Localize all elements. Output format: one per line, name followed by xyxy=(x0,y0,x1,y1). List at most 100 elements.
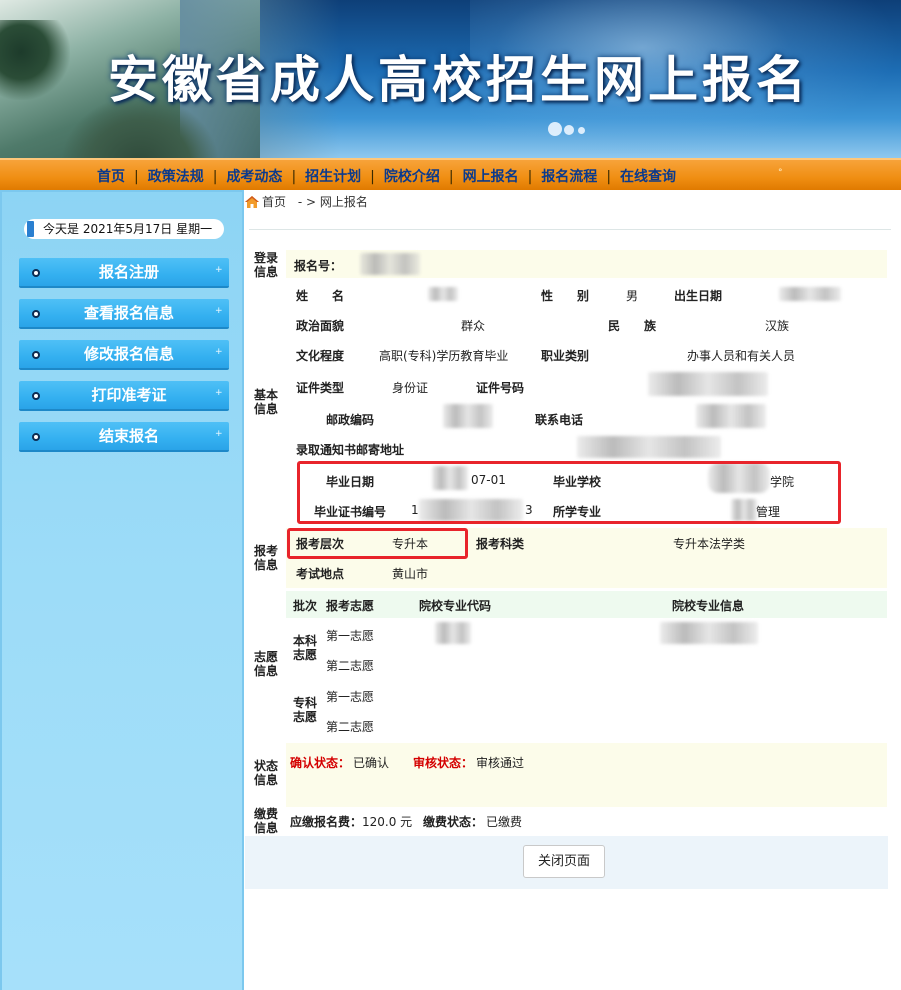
confirm-status-value: 已确认 xyxy=(353,756,390,770)
sidebar-menu-button-2[interactable]: 查看报名信息 + xyxy=(19,299,229,329)
reg-no-value xyxy=(360,253,420,275)
nav-item-5[interactable]: 院校介绍 xyxy=(384,166,440,186)
plus-icon: + xyxy=(215,347,223,357)
nav-separator-glyph: | xyxy=(448,169,454,185)
education-value: 高职(专科)学历教育毕业 xyxy=(379,349,509,363)
plus-icon: + xyxy=(215,388,223,398)
reg-no-label: 报名号： xyxy=(294,259,343,273)
close-page-button[interactable]: 关闭页面 xyxy=(523,845,605,878)
nav-item-7[interactable]: 报名流程 xyxy=(541,166,597,186)
id-type-label: 证件类型 xyxy=(296,381,345,395)
nav-separator-glyph: | xyxy=(291,169,297,185)
subject-value: 专升本法学类 xyxy=(673,537,746,551)
breadcrumb-home[interactable]: 首页 xyxy=(262,195,286,209)
sidebar-menu-button-1[interactable]: 报名注册 + xyxy=(19,258,229,288)
nav-item-label: 报名流程 xyxy=(541,169,598,185)
sidebar-menu-button-5[interactable]: 结束报名 + xyxy=(19,422,229,452)
home-icon xyxy=(245,196,259,208)
nav-item-4[interactable]: 招生计划 xyxy=(305,166,361,186)
undergrad-first-choice: 第一志愿 xyxy=(326,629,375,643)
bullet-icon xyxy=(32,351,40,359)
status-band xyxy=(286,743,887,807)
site-title: 安徽省成人高校招生网上报名 xyxy=(108,51,810,109)
sidebar-menu-button-4[interactable]: 打印准考证 + xyxy=(19,381,229,411)
address-label: 录取通知书邮寄地址 xyxy=(296,443,405,457)
id-type-value: 身份证 xyxy=(392,381,429,395)
nav-tail-mark: ° xyxy=(778,168,783,178)
undergrad-second-choice: 第二志愿 xyxy=(326,659,375,673)
birth-label: 出生日期 xyxy=(674,289,723,303)
wish-header-batch: 批次 xyxy=(293,599,318,613)
bullet-icon xyxy=(32,310,40,318)
postcode-label: 邮政编码 xyxy=(326,413,375,427)
breadcrumb-sep: - > xyxy=(297,195,317,209)
wish-header-info: 院校专业信息 xyxy=(672,599,745,613)
header-banner: 安徽省成人高校招生网上报名 xyxy=(0,0,901,158)
nav-separator-glyph: | xyxy=(212,169,218,185)
address-value xyxy=(577,436,721,458)
nav-item-1[interactable]: 首页 xyxy=(97,166,125,186)
plus-icon: + xyxy=(215,306,223,316)
id-number-label: 证件号码 xyxy=(476,381,525,395)
confirm-status-label: 确认状态： xyxy=(290,756,351,770)
phone-value xyxy=(696,404,766,428)
top-nav: 首页 | 政策法规 | 成考动态 | 招生计划 | 院校介绍 | 网上报名 | 报名流程 | 在线查询 ° xyxy=(0,158,901,190)
site-label: 考试地点 xyxy=(296,567,345,581)
highlight-level-box xyxy=(287,528,468,559)
education-label: 文化程度 xyxy=(296,349,345,363)
batch-undergrad: 本科志愿 xyxy=(292,634,317,662)
batch-college: 专科志愿 xyxy=(292,696,317,724)
ethnic-value: 汉族 xyxy=(765,319,790,333)
nav-separator: | xyxy=(282,169,305,185)
nav-separator: | xyxy=(519,169,542,185)
nav-separator-glyph: | xyxy=(527,169,533,185)
audit-status-value: 审核通过 xyxy=(476,756,525,770)
divider xyxy=(249,229,891,230)
fee-due-value: 120.0 元 xyxy=(362,815,413,829)
sidebar-menu-label: 查看报名信息 xyxy=(83,304,174,322)
plus-icon: + xyxy=(215,265,223,275)
sidebar-menu-label: 修改报名信息 xyxy=(83,345,174,363)
pine-tree-image xyxy=(0,20,70,100)
nav-item-2[interactable]: 政策法规 xyxy=(148,166,204,186)
wish-header-code: 院校专业代码 xyxy=(419,599,492,613)
bubble-decoration xyxy=(548,118,608,138)
nav-separator: | xyxy=(597,169,620,185)
nav-item-label: 首页 xyxy=(97,169,125,185)
date-marker-icon xyxy=(27,221,34,237)
audit-status-label: 审核状态： xyxy=(413,756,474,770)
job-label: 职业类别 xyxy=(541,349,590,363)
gender-value: 男 xyxy=(626,289,639,303)
name-label: 姓 名 xyxy=(296,289,345,303)
section-login: 登录信息 xyxy=(253,251,278,279)
college-second-choice: 第二志愿 xyxy=(326,720,375,734)
undergrad-code-value xyxy=(435,622,471,644)
sidebar-menu-button-3[interactable]: 修改报名信息 + xyxy=(19,340,229,370)
nav-item-6[interactable]: 网上报名 xyxy=(463,166,519,186)
section-wish: 志愿信息 xyxy=(253,650,278,678)
section-exam: 报考信息 xyxy=(253,544,278,572)
politics-label: 政治面貌 xyxy=(296,319,345,333)
nav-item-label: 网上报名 xyxy=(462,169,519,185)
nav-separator: | xyxy=(204,169,227,185)
id-number-value xyxy=(648,372,768,396)
plus-icon: + xyxy=(215,429,223,439)
nav-item-label: 成考动态 xyxy=(226,169,283,185)
nav-item-label: 院校介绍 xyxy=(383,169,440,185)
nav-item-3[interactable]: 成考动态 xyxy=(226,166,282,186)
section-status: 状态信息 xyxy=(253,759,278,787)
nav-separator-glyph: | xyxy=(606,169,612,185)
name-value xyxy=(428,287,458,301)
nav-item-8[interactable]: 在线查询 xyxy=(620,166,676,186)
undergrad-info-value xyxy=(660,622,758,644)
bullet-icon xyxy=(32,392,40,400)
bullet-icon xyxy=(32,269,40,277)
nav-item-label: 政策法规 xyxy=(147,169,204,185)
breadcrumb: 首页 - > 网上报名 xyxy=(245,193,368,209)
college-first-choice: 第一志愿 xyxy=(326,690,375,704)
nav-separator-glyph: | xyxy=(370,169,375,185)
politics-value: 群众 xyxy=(461,319,486,333)
nav-item-label: 在线查询 xyxy=(620,169,677,185)
postcode-value xyxy=(443,404,493,428)
nav-separator: | xyxy=(440,169,463,185)
